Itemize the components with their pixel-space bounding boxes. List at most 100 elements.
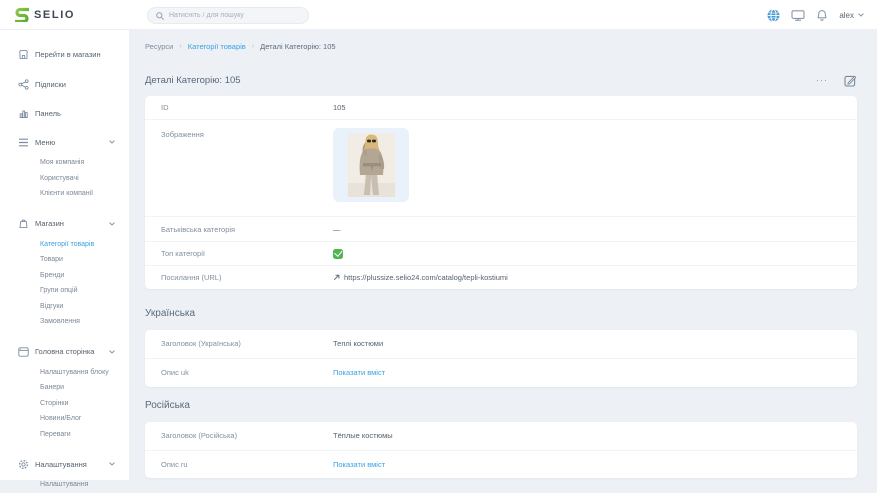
top-header: SELIO [0,0,877,30]
section-title-ukrainian: Українська [145,308,195,319]
detail-card-header: Деталі Категорію: 105 ··· [145,71,857,89]
sidebar-subitem-brands[interactable]: Бренди [0,268,129,284]
detail-row-url: Посилання (URL) https://plussize.selio24… [145,266,857,289]
sidebar-subitem-option-groups[interactable]: Групи опцій [0,283,129,299]
sidebar-item-label: Налаштування [35,460,87,469]
model-photo [348,133,395,197]
ru-title-row: Заголовок (Російська) Тёплые костюмы [145,422,857,451]
chevron-down-icon [109,462,115,466]
chevron-down-icon [109,350,115,354]
breadcrumb-current: Деталі Категорію: 105 [260,42,335,51]
field-label: Посилання (URL) [161,273,333,282]
sidebar-subitem-block-settings[interactable]: Налаштування блоку [0,365,129,381]
ukrainian-section-card: Заголовок (Українська) Теплі костюми Опи… [145,330,857,387]
sidebar-item-label: Головна сторінка [35,347,94,356]
edit-pencil-icon[interactable] [844,74,857,87]
display-monitor-icon[interactable] [791,9,805,22]
russian-section-card: Заголовок (Російська) Тёплые костюмы Опи… [145,422,857,478]
logo-s-icon [15,7,29,22]
detail-row-top-category: Топ категорії [145,242,857,266]
share-nodes-icon [17,79,29,90]
chevron-down-icon [858,13,864,17]
sidebar-subitem-pages[interactable]: Сторінки [0,396,129,412]
sidebar-item-label: Перейти в магазин [35,50,101,59]
field-label: Заголовок (Російська) [161,431,333,440]
sidebar-item-shop[interactable]: Магазин [0,216,129,232]
language-globe-icon[interactable] [767,9,780,22]
user-menu[interactable]: alex [839,11,864,20]
sidebar-subitem-products[interactable]: Товари [0,252,129,268]
field-value: Тёплые костюмы [333,431,393,440]
sidebar-subitem-reviews[interactable]: Відгуки [0,299,129,315]
sidebar-subitem-advantages[interactable]: Переваги [0,427,129,443]
search-icon [156,12,164,20]
shopping-bag-icon [17,218,29,229]
field-value: Теплі костюми [333,339,383,348]
category-image-thumbnail[interactable] [333,128,409,202]
sidebar-item-label: Магазин [35,219,64,228]
top-category-checkbox-checked[interactable] [333,249,343,259]
user-name: alex [839,11,854,20]
more-options-button[interactable]: ··· [816,77,828,83]
sidebar-item-menu[interactable]: Меню [0,134,129,150]
sidebar-subitem-orders[interactable]: Замовлення [0,314,129,330]
sidebar-subitem-product-categories[interactable]: Категорії товарів [0,237,129,253]
breadcrumb-root[interactable]: Ресурси [145,42,173,51]
sidebar-item-subscriptions[interactable]: Підписки [0,76,129,92]
sidebar-item-settings[interactable]: Налаштування [0,456,129,472]
sidebar-subitem-users[interactable]: Користувачі [0,171,129,187]
header-actions: alex [767,0,864,30]
page-title: Деталі Категорію: 105 [145,75,241,86]
external-link-icon [333,274,340,281]
detail-row-parent-category: Батьківська категорія — [145,217,857,242]
sidebar-subitem-my-company[interactable]: Моя компанія [0,155,129,171]
category-url-link[interactable]: https://plussize.selio24.com/catalog/tep… [344,273,508,282]
sidebar-item-panel[interactable]: Панель [0,105,129,121]
bar-chart-icon [17,108,29,119]
breadcrumb-categories-link[interactable]: Категорії товарів [188,42,246,51]
field-label: Батьківська категорія [161,225,333,234]
logo-text: SELIO [34,9,75,21]
uk-title-row: Заголовок (Українська) Теплі костюми [145,330,857,359]
notifications-bell-icon[interactable] [816,9,828,22]
global-search[interactable] [147,7,309,24]
field-label: Опис ru [161,460,333,469]
breadcrumb-separator-icon: › [179,43,181,50]
sidebar-item-label: Панель [35,109,61,118]
chevron-down-icon [109,140,115,144]
search-input[interactable] [169,12,300,19]
field-label: ID [161,103,333,112]
sidebar-item-label: Меню [35,138,55,147]
sidebar-item-label: Підписки [35,80,66,89]
uk-description-row: Опис uk Показати вміст [145,359,857,388]
main-content: Ресурси › Категорії товарів › Деталі Кат… [130,30,877,480]
show-content-link[interactable]: Показати вміст [333,368,385,377]
sidebar-item-home-page[interactable]: Головна сторінка [0,344,129,360]
chevron-down-icon [109,222,115,226]
detail-row-image: Зображення [145,120,857,217]
app-logo[interactable]: SELIO [15,7,75,22]
sidebar-item-goto-store[interactable]: Перейти в магазин [0,46,129,62]
detail-row-id: ID 105 [145,96,857,120]
browser-window-icon [17,347,29,357]
storefront-icon [17,49,29,60]
field-value: 105 [333,103,346,112]
sidebar-subitem-banners[interactable]: Банери [0,380,129,396]
breadcrumb-separator-icon: › [252,43,254,50]
gear-icon [17,459,29,470]
field-label: Зображення [161,130,333,139]
ru-description-row: Опис ru Показати вміст [145,451,857,479]
section-title-russian: Російська [145,400,190,411]
field-label: Опис uk [161,368,333,377]
sidebar-subitem-company-clients[interactable]: Клієнти компанії [0,186,129,202]
list-icon [17,138,29,147]
field-label: Заголовок (Українська) [161,339,333,348]
sidebar-nav: Перейти в магазин Підписки Панель [0,30,130,480]
show-content-link[interactable]: Показати вміст [333,460,385,469]
field-label: Топ категорії [161,249,333,258]
category-detail-card: ID 105 Зображення [145,96,857,289]
sidebar-subitem-news-blog[interactable]: Новини/Блог [0,411,129,427]
field-value: — [333,225,341,234]
breadcrumb: Ресурси › Категорії товарів › Деталі Кат… [145,42,336,51]
sidebar-subitem-settings[interactable]: Налаштування [0,477,129,493]
